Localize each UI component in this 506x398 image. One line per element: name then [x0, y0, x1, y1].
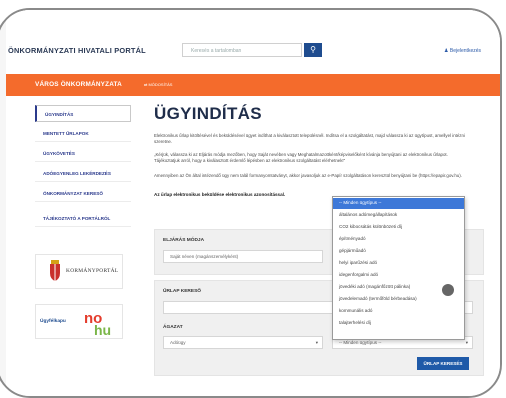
dropdown-option[interactable]: építményadó: [333, 234, 464, 245]
chevron-down-icon: ▾: [315, 340, 318, 345]
branch-label: ÁGAZAT: [163, 325, 183, 330]
sidebar-item-tajekoztato[interactable]: TÁJÉKOZTATÓ A PORTÁLRÓL: [35, 210, 131, 227]
dropdown-option[interactable]: helyi iparűzési adó: [333, 258, 464, 269]
auth-note: Az űrlap elektronikus beküldése elektron…: [154, 192, 286, 197]
form-search-label: ŰRLAP KERESŐ: [163, 289, 202, 294]
case-type-value: -- Minden ügytípus --: [339, 340, 382, 345]
sidebar-item-ugyinditas[interactable]: ÜGYINDÍTÁS: [35, 105, 131, 122]
city-name: VÁROS ÖNKORMÁNYZATA: [35, 81, 122, 88]
dropdown-option[interactable]: CO2 kibocsátás különbözeti díj: [333, 222, 464, 233]
login-label: Bejelentkezés: [449, 48, 482, 54]
no-hu-mark-icon: no hu: [84, 310, 111, 338]
dropdown-option[interactable]: általános adómegállapítások: [333, 210, 464, 221]
ugyfelkapu-logo[interactable]: Ügyfélkapu no hu: [35, 304, 123, 339]
screen: ÖNKORMÁNYZATI HIVATALI PORTÁL Keresés a …: [6, 10, 500, 396]
dropdown-option[interactable]: -- Minden ügytípus --: [333, 198, 464, 209]
search-button[interactable]: ⚲: [304, 43, 322, 57]
sidebar-item-adoegyenleg[interactable]: ADÓEGYENLEG LEKÉRDEZÉS: [35, 165, 131, 182]
dropdown-option[interactable]: kommunális adó: [333, 306, 464, 317]
procedure-select[interactable]: Saját néven (magánszemélyként): [163, 250, 323, 263]
procedure-value: Saját néven (magánszemélyként): [170, 254, 239, 259]
kormanyportal-label: KORMÁNYPORTÁL: [66, 268, 119, 274]
dropdown-option[interactable]: idegenforgalmi adó: [333, 270, 464, 281]
sidebar-item-onkormanyzat-kereso[interactable]: ÖNKORMÁNYZAT KERESŐ: [35, 185, 131, 202]
svg-text:hu: hu: [94, 322, 111, 338]
epapir-paragraph: Amennyiben az Ön által intézendő ügy nem…: [154, 173, 462, 178]
dropdown-option[interactable]: talajterhelési díj: [333, 318, 464, 329]
login-link[interactable]: ♟ Bejelentkezés: [444, 48, 481, 54]
procedure-label: ELJÁRÁS MÓDJA: [163, 238, 205, 243]
device-frame: ÖNKORMÁNYZATI HIVATALI PORTÁL Keresés a …: [0, 8, 502, 398]
sidebar-item-ugykovetes[interactable]: ÜGYKÖVETÉS: [35, 145, 131, 162]
search-input[interactable]: Keresés a tartalomban: [182, 43, 302, 57]
branch-select[interactable]: Adóügy ▾: [163, 336, 323, 349]
form-search-button[interactable]: ŰRLAP KERESÉS: [417, 357, 469, 370]
page-title: ÜGYINDÍTÁS: [154, 104, 262, 123]
top-header: ÖNKORMÁNYZATI HIVATALI PORTÁL Keresés a …: [6, 10, 500, 74]
search-icon: ⚲: [310, 45, 316, 54]
kormanyportal-logo[interactable]: KORMÁNYPORTÁL: [35, 254, 123, 289]
branch-value: Adóügy: [170, 340, 186, 345]
chevron-down-icon: ▾: [465, 340, 468, 345]
case-type-dropdown: -- Minden ügytípus -- általános adómegál…: [332, 196, 465, 340]
touch-cursor-icon: [442, 284, 454, 296]
sidebar-item-mentett-urlapok[interactable]: MENTETT ŰRLAPOK: [35, 125, 131, 142]
change-label: MÓDOSÍTÁS: [148, 82, 173, 87]
dropdown-option[interactable]: gépjárműadó: [333, 246, 464, 257]
intro-paragraph: Elektronikus űrlap kitöltésével és bekül…: [154, 133, 465, 144]
portal-title: ÖNKORMÁNYZATI HIVATALI PORTÁL: [8, 46, 146, 55]
procedure-note-paragraph: „Kérjük, válassza ki az Eljárás módja me…: [154, 152, 448, 163]
change-city-link[interactable]: ⇄ MÓDOSÍTÁS: [144, 82, 172, 87]
dropdown-option[interactable]: jövedelemadó (termőföld bérbeadása): [333, 294, 464, 305]
